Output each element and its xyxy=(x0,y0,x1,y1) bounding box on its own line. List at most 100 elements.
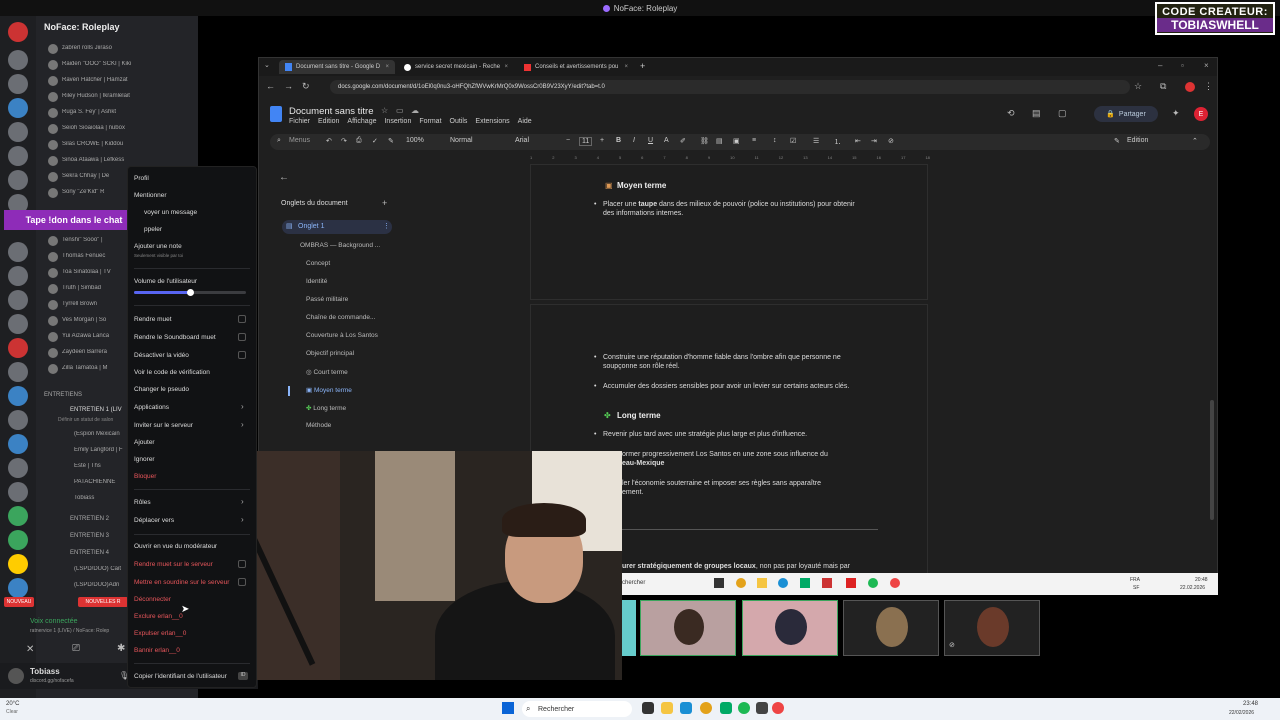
app-icon[interactable] xyxy=(890,578,900,588)
list-item[interactable]: Ruga S. Fey' | Ashkt xyxy=(62,109,182,115)
menu-item[interactable]: Aide xyxy=(518,118,532,125)
list-item[interactable]: Thomas Fenuec xyxy=(62,253,126,259)
taskview-icon[interactable] xyxy=(642,702,654,714)
windows-start-icon[interactable] xyxy=(502,702,514,714)
server-icon[interactable] xyxy=(8,170,28,190)
voice-channel-entretien-3[interactable]: ENTRETIEN 3 xyxy=(70,533,109,539)
outline-item[interactable]: Objectif principal xyxy=(306,350,354,357)
chevron-up-icon[interactable]: ⌃ xyxy=(1192,137,1198,145)
shared-clock[interactable]: 20:48 xyxy=(1195,577,1208,583)
menu-item[interactable]: Fichier xyxy=(289,118,310,125)
screen-share-icon[interactable]: ⎚ xyxy=(72,643,80,654)
tab-options-icon[interactable]: ⋮ xyxy=(383,222,390,230)
voice-channel-entretien-2[interactable]: ENTRETIEN 2 xyxy=(70,516,109,522)
outline-item[interactable]: Chaîne de commande... xyxy=(306,314,375,321)
maximize-icon[interactable]: ▫ xyxy=(1181,61,1184,70)
store-icon[interactable] xyxy=(680,702,692,714)
spellcheck-icon[interactable]: ✓ xyxy=(372,137,378,145)
minimize-icon[interactable]: – xyxy=(1158,61,1162,70)
list-item[interactable]: Toa Sinatolaa | TV xyxy=(62,269,126,275)
font-select[interactable]: Arial xyxy=(515,137,529,144)
align-icon[interactable]: ≡ xyxy=(752,137,756,144)
voice-member[interactable]: (LSPD/DUO)Adri xyxy=(74,582,126,588)
avatar[interactable] xyxy=(48,44,58,54)
menu-item-soundboard-muet[interactable]: Rendre le Soundboard muet xyxy=(134,334,216,341)
add-tab-button[interactable]: + xyxy=(382,198,387,208)
list-item[interactable]: Silas CROWE | Kiddou xyxy=(62,141,182,147)
avatar[interactable] xyxy=(48,92,58,102)
menu-item-ignorer[interactable]: Ignorer xyxy=(134,456,155,463)
new-tab-button[interactable]: + xyxy=(640,61,645,71)
volume-slider-handle[interactable] xyxy=(187,289,194,296)
redo-icon[interactable]: ↷ xyxy=(341,137,347,145)
outline-item[interactable]: Couverture à Los Santos xyxy=(306,332,378,339)
video-tile[interactable] xyxy=(622,600,636,656)
avatar[interactable] xyxy=(48,348,58,358)
menu-item[interactable]: Format xyxy=(419,118,441,125)
print-icon[interactable]: ⎙ xyxy=(356,137,362,145)
document-page[interactable] xyxy=(530,164,928,300)
app-icon[interactable] xyxy=(756,702,768,714)
video-tile[interactable]: ⊘ xyxy=(944,600,1040,656)
server-icon[interactable] xyxy=(8,50,28,70)
close-window-icon[interactable]: × xyxy=(1204,61,1209,70)
avatar[interactable] xyxy=(48,316,58,326)
avatar[interactable]: E xyxy=(1194,107,1208,121)
history-icon[interactable]: ⟲ xyxy=(1007,108,1015,119)
outline-item[interactable]: OMBRAS — Background ... xyxy=(300,242,380,249)
server-icon[interactable] xyxy=(8,74,28,94)
ruler[interactable]: 1 2 3 4 5 6 7 8 9 10 11 12 13 14 15 16 17 18 xyxy=(530,155,930,163)
menu-item-roles[interactable]: Rôles xyxy=(134,499,151,506)
menu-item-exclure[interactable]: Exclure erlan__0 xyxy=(134,613,183,620)
numbered-list-icon[interactable]: ⒈ xyxy=(834,137,841,147)
list-item[interactable]: Zaydeen Barrera xyxy=(62,349,126,355)
user-name[interactable]: Tobiass xyxy=(30,667,60,676)
avatar[interactable] xyxy=(48,332,58,342)
menu-item-desactiver-video[interactable]: Désactiver la vidéo xyxy=(134,352,189,359)
voice-member[interactable]: (LSPD/DUO) Cait xyxy=(74,566,126,572)
search-icon[interactable]: ⌕ xyxy=(277,137,281,145)
menu-item-copier-id[interactable]: Copier l'identifiant de l'utilisateur xyxy=(134,673,227,680)
italic-icon[interactable]: I xyxy=(633,137,635,144)
taskview-icon[interactable] xyxy=(714,578,724,588)
menu-item-code-verification[interactable]: Voir le code de vérification xyxy=(134,369,210,376)
increase-indent-icon[interactable]: ⇥ xyxy=(871,137,877,145)
close-icon[interactable]: × xyxy=(385,64,389,70)
decrease-indent-icon[interactable]: ⇤ xyxy=(855,137,861,145)
avatar[interactable] xyxy=(48,236,58,246)
voice-member[interactable]: Esté | Ths xyxy=(74,463,126,469)
list-item[interactable]: Seioh Sioaiolaa | nubox xyxy=(62,125,182,131)
avatar[interactable] xyxy=(48,268,58,278)
avatar[interactable] xyxy=(48,108,58,118)
avatar[interactable] xyxy=(48,60,58,70)
list-item[interactable]: Tyrrell Brown xyxy=(62,301,126,307)
spotify-icon[interactable] xyxy=(738,702,750,714)
url-text[interactable]: docs.google.com/document/d/1oEl0q0nu3-oH… xyxy=(338,84,605,90)
menu-item-applications[interactable]: Applications xyxy=(134,404,169,411)
keyboard-layout[interactable]: SF xyxy=(1133,585,1139,591)
server-icon[interactable] xyxy=(8,530,28,550)
app-icon[interactable] xyxy=(720,702,732,714)
voice-member[interactable]: (Espion Mexicain xyxy=(74,431,126,437)
avatar[interactable] xyxy=(48,300,58,310)
video-tile[interactable] xyxy=(843,600,939,656)
mcafee-icon[interactable] xyxy=(822,578,832,588)
outline-item-moyen-terme[interactable]: ▣ Moyen terme xyxy=(306,386,352,394)
category-entretiens[interactable]: ENTRETIENS xyxy=(44,392,82,398)
list-item[interactable]: Ves Morgan | So xyxy=(62,317,126,323)
list-item[interactable]: Truth | Simbad xyxy=(62,285,126,291)
extensions-icon[interactable]: ⧉ xyxy=(1160,81,1166,92)
star-icon[interactable]: ☆ xyxy=(381,106,388,115)
menu-item-deplacer[interactable]: Déplacer vers xyxy=(134,517,174,524)
back-arrow-icon[interactable]: ← xyxy=(279,172,289,183)
outline-item[interactable]: Passé militaire xyxy=(306,296,348,303)
voice-channel-entretien-1[interactable]: ENTRETIEN 1 (LIV xyxy=(70,407,122,413)
weather-status[interactable]: Clear xyxy=(6,709,18,715)
new-requests-badge[interactable]: NOUVELLES R xyxy=(78,597,128,607)
add-comment-icon[interactable]: ▤ xyxy=(716,137,723,145)
tab-onglet-label[interactable]: Onglet 1 xyxy=(298,223,324,230)
menu-item-vue-moderateur[interactable]: Ouvrir en vue du modérateur xyxy=(134,543,217,550)
avatar[interactable] xyxy=(48,172,58,182)
outline-item[interactable]: Concept xyxy=(306,260,330,267)
taskbar-date[interactable]: 22/02/2026 xyxy=(1229,710,1254,716)
